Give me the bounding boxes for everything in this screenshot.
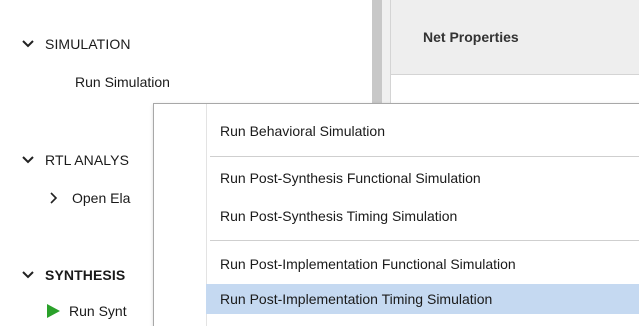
vivado-window: SIMULATION Run Simulation RTL ANALYS Ope… (0, 0, 639, 326)
chevron-down-icon[interactable] (20, 36, 36, 52)
chevron-down-icon[interactable] (20, 152, 36, 168)
section-rtl-analysis[interactable]: RTL ANALYS (0, 148, 129, 172)
run-simulation-item[interactable]: Run Simulation (75, 71, 170, 93)
section-label-simulation: SIMULATION (45, 36, 131, 52)
section-label-rtl-analysis: RTL ANALYS (45, 152, 130, 168)
section-label-synthesis: SYNTHESIS (45, 267, 126, 283)
menu-item-run-post-synthesis-timing-simulation[interactable]: Run Post-Synthesis Timing Simulation (206, 201, 639, 231)
run-synthesis-item[interactable]: Run Synt (47, 300, 127, 322)
chevron-right-icon[interactable] (50, 192, 62, 204)
menu-item-run-post-synthesis-functional-simulation[interactable]: Run Post-Synthesis Functional Simulation (206, 163, 639, 193)
menu-item-run-post-implementation-timing-simulation[interactable]: Run Post-Implementation Timing Simulatio… (206, 284, 639, 314)
run-play-icon (47, 304, 60, 318)
section-simulation[interactable]: SIMULATION (0, 32, 131, 56)
menu-separator (210, 240, 639, 241)
menu-icon-stripe (154, 104, 207, 326)
run-synthesis-label: Run Synt (69, 303, 127, 319)
run-simulation-context-menu: Run Behavioral Simulation Run Post-Synth… (153, 103, 639, 326)
chevron-down-icon[interactable] (20, 267, 36, 283)
menu-item-run-post-implementation-functional-simulation[interactable]: Run Post-Implementation Functional Simul… (206, 249, 639, 279)
open-elaborated-label: Open Ela (72, 190, 131, 206)
net-properties-title: Net Properties (423, 29, 519, 45)
open-elaborated-item[interactable]: Open Ela (50, 187, 130, 209)
net-properties-header: Net Properties (391, 0, 639, 75)
section-synthesis[interactable]: SYNTHESIS (0, 263, 125, 287)
menu-separator (210, 156, 639, 157)
menu-item-run-behavioral-simulation[interactable]: Run Behavioral Simulation (206, 116, 639, 146)
